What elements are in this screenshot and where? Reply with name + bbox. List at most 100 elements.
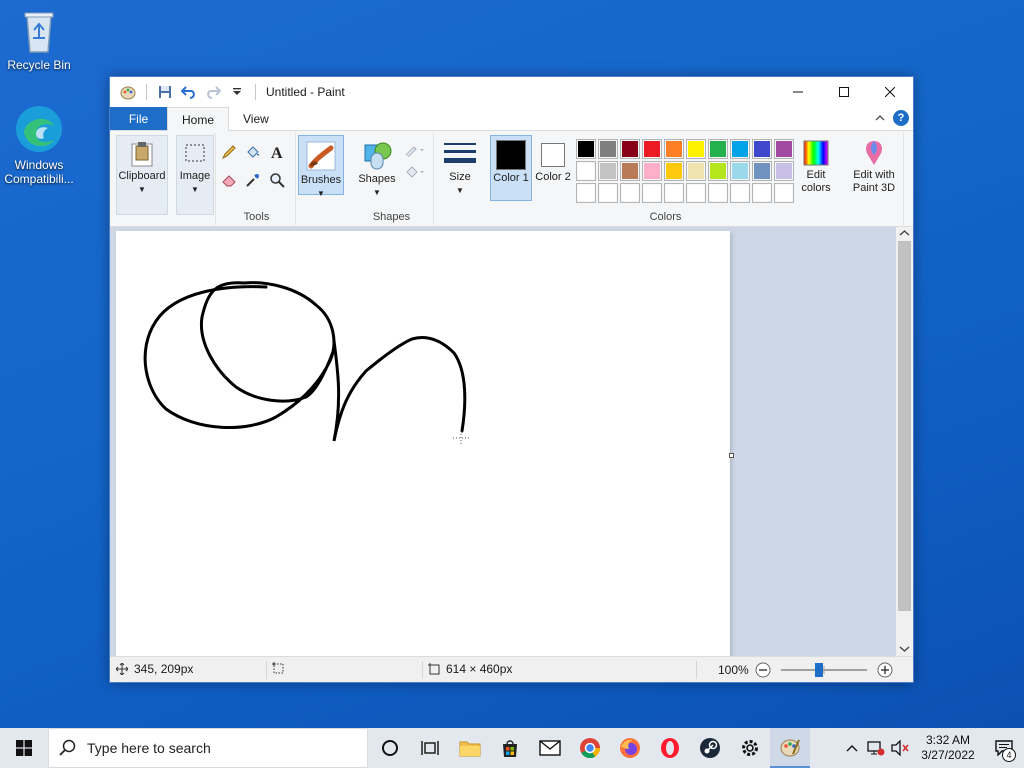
fill-shape-button[interactable]: [402, 161, 428, 183]
edit-with-paint3d-button[interactable]: Edit with Paint 3D: [848, 135, 900, 201]
edit-colors-button[interactable]: Edit colors: [798, 135, 834, 201]
opera-button[interactable]: [650, 728, 690, 768]
tab-home[interactable]: Home: [167, 107, 230, 131]
zoom-in-icon[interactable]: [877, 662, 893, 678]
palette-swatch[interactable]: [576, 183, 596, 203]
status-separator: [696, 661, 697, 679]
palette-swatch[interactable]: [620, 139, 640, 159]
palette-swatch[interactable]: [708, 183, 728, 203]
settings-button[interactable]: [730, 728, 770, 768]
palette-swatch[interactable]: [686, 139, 706, 159]
zoom-out-icon[interactable]: [755, 662, 771, 678]
chevron-down-icon: ▼: [138, 185, 146, 194]
file-explorer-button[interactable]: [450, 728, 490, 768]
palette-swatch[interactable]: [686, 161, 706, 181]
tab-file[interactable]: File: [110, 107, 167, 130]
palette-swatch[interactable]: [752, 183, 772, 203]
palette-swatch[interactable]: [774, 161, 794, 181]
color1-button[interactable]: Color 1: [490, 135, 532, 201]
palette-swatch[interactable]: [576, 139, 596, 159]
taskbar-search-box[interactable]: Type here to search: [48, 728, 368, 768]
save-icon[interactable]: [155, 82, 175, 102]
clock[interactable]: 3:32 AM 3/27/2022: [912, 733, 984, 763]
cortana-button[interactable]: [370, 728, 410, 768]
palette-swatch[interactable]: [620, 183, 640, 203]
palette-swatch[interactable]: [730, 161, 750, 181]
palette-swatch[interactable]: [708, 139, 728, 159]
shapes-group-label: Shapes: [372, 211, 411, 223]
image-button[interactable]: Image ▼: [176, 135, 214, 215]
color2-button[interactable]: Color 2: [534, 135, 572, 201]
paint-app-icon[interactable]: [118, 82, 138, 102]
desktop-icon-windows-compat[interactable]: Windows Compatibili...: [0, 104, 78, 186]
palette-swatch-fill: [710, 141, 726, 157]
firefox-button[interactable]: [610, 728, 650, 768]
palette-swatch[interactable]: [620, 161, 640, 181]
action-center-button[interactable]: 4: [984, 728, 1024, 768]
eraser-tool[interactable]: [218, 169, 240, 191]
palette-swatch[interactable]: [752, 161, 772, 181]
palette-swatch[interactable]: [664, 139, 684, 159]
palette-swatch[interactable]: [598, 161, 618, 181]
magnifier-tool[interactable]: [266, 169, 288, 191]
image-label: Image: [179, 170, 211, 182]
palette-swatch[interactable]: [686, 183, 706, 203]
zoom-slider[interactable]: [777, 662, 871, 678]
collapse-ribbon-icon[interactable]: [875, 114, 885, 122]
selection-size: [272, 662, 284, 674]
text-tool[interactable]: A: [266, 141, 288, 163]
outline-button[interactable]: [402, 139, 428, 161]
size-button[interactable]: Size ▼: [438, 135, 482, 205]
palette-swatch[interactable]: [730, 139, 750, 159]
task-view-button[interactable]: [410, 728, 450, 768]
scroll-down-icon[interactable]: [896, 643, 913, 655]
steam-button[interactable]: [690, 728, 730, 768]
scroll-up-icon[interactable]: [896, 227, 913, 239]
taskbar: Type here to search 3:32 AM 3/27/2022 4: [0, 728, 1024, 768]
palette-swatch-fill: [776, 141, 792, 157]
drawing-canvas[interactable]: [116, 231, 730, 657]
palette-swatch[interactable]: [642, 183, 662, 203]
palette-swatch[interactable]: [774, 183, 794, 203]
redo-icon[interactable]: [203, 82, 223, 102]
palette-swatch[interactable]: [774, 139, 794, 159]
palette-swatch[interactable]: [576, 161, 596, 181]
color-picker-tool[interactable]: [242, 169, 264, 191]
pencil-tool[interactable]: [218, 141, 240, 163]
paint-taskbar-button[interactable]: [770, 728, 810, 768]
help-icon[interactable]: ?: [893, 110, 909, 126]
desktop-icon-recycle-bin[interactable]: Recycle Bin: [0, 8, 78, 72]
network-button[interactable]: [864, 728, 888, 768]
resize-handle[interactable]: [729, 453, 734, 458]
cortana-icon: [382, 740, 398, 756]
palette-swatch[interactable]: [642, 161, 662, 181]
fill-tool[interactable]: [242, 141, 264, 163]
volume-button[interactable]: [888, 728, 912, 768]
undo-icon[interactable]: [179, 82, 199, 102]
customize-qat-icon[interactable]: [227, 82, 247, 102]
palette-swatch[interactable]: [664, 161, 684, 181]
clipboard-button[interactable]: Clipboard ▼: [116, 135, 168, 215]
chrome-button[interactable]: [570, 728, 610, 768]
palette-swatch[interactable]: [598, 183, 618, 203]
palette-swatch[interactable]: [642, 139, 662, 159]
maximize-button[interactable]: [821, 77, 867, 107]
palette-swatch[interactable]: [752, 139, 772, 159]
tab-view[interactable]: View: [229, 107, 283, 130]
store-button[interactable]: [490, 728, 530, 768]
scrollbar-thumb[interactable]: [898, 241, 911, 611]
brushes-button[interactable]: Brushes ▼: [298, 135, 344, 198]
shapes-button[interactable]: Shapes ▼: [354, 135, 400, 205]
vertical-scrollbar[interactable]: [896, 227, 913, 657]
show-hidden-icons-button[interactable]: [840, 728, 864, 768]
minimize-button[interactable]: [775, 77, 821, 107]
color-palette: [576, 139, 798, 205]
palette-swatch[interactable]: [708, 161, 728, 181]
window-title: Untitled - Paint: [266, 85, 345, 99]
mail-button[interactable]: [530, 728, 570, 768]
close-button[interactable]: [867, 77, 913, 107]
palette-swatch[interactable]: [598, 139, 618, 159]
palette-swatch[interactable]: [664, 183, 684, 203]
start-button[interactable]: [0, 728, 48, 768]
palette-swatch[interactable]: [730, 183, 750, 203]
